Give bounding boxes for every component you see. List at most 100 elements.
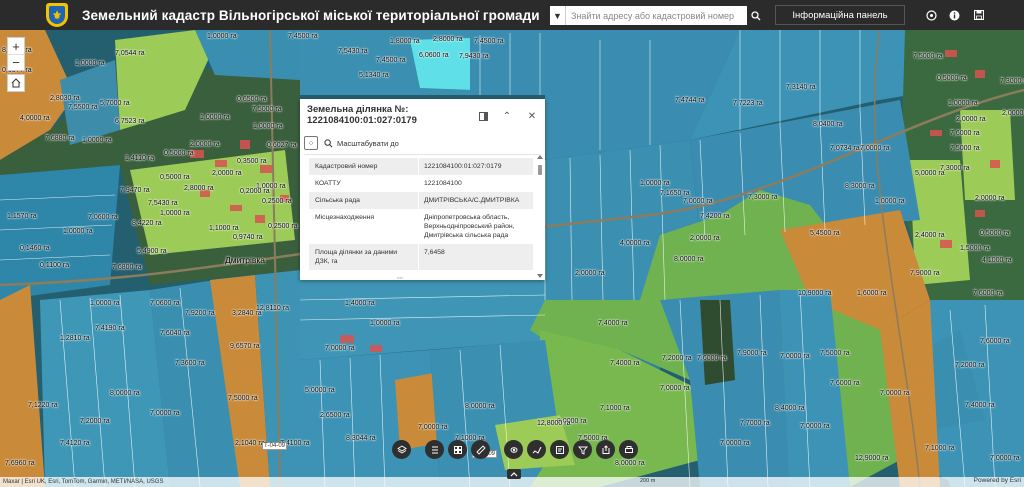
legend-icon bbox=[431, 446, 438, 453]
parcel-area-label: 7,4000 га bbox=[610, 360, 640, 367]
grid-icon bbox=[453, 445, 462, 454]
draw-tool-button[interactable] bbox=[527, 440, 546, 459]
map-toolbar bbox=[392, 440, 638, 462]
zoom-out-button[interactable]: − bbox=[8, 54, 24, 70]
parcel-area-label: 8,0000 га bbox=[674, 256, 704, 263]
scrollbar-thumb[interactable] bbox=[538, 165, 542, 175]
parcel-area-label: 1,1000 га bbox=[209, 225, 239, 232]
layers-icon bbox=[396, 444, 407, 454]
parcel-area-label: 1,5000 га bbox=[960, 245, 990, 252]
export-icon bbox=[602, 444, 609, 454]
attribute-value: 1221084100 bbox=[424, 180, 462, 187]
export-tool-button[interactable] bbox=[596, 440, 615, 459]
attribute-row: Місцезнаходження Дніпропетровська область… bbox=[309, 209, 533, 244]
parcel-area-label: 1,0000 га bbox=[90, 300, 120, 307]
parcel-area-label: 7,5000 га bbox=[950, 145, 980, 152]
parcel-area-label: 5,1340 га bbox=[359, 72, 389, 79]
parcel-area-label: 7,4744 га bbox=[675, 97, 705, 104]
parcel-area-label: 0,6500 га bbox=[237, 96, 267, 103]
parcel-area-label: 7,4500 га bbox=[288, 33, 318, 40]
parcel-area-label: 7,5500 га bbox=[68, 104, 98, 111]
parcel-area-label: 10,9000 га bbox=[798, 290, 832, 297]
minus-icon: − bbox=[12, 55, 20, 70]
filter-tool-button[interactable] bbox=[573, 440, 592, 459]
parcel-area-label: 7,2000 га bbox=[80, 418, 110, 425]
close-icon: ✕ bbox=[527, 110, 537, 122]
share-icon bbox=[925, 9, 937, 21]
home-icon bbox=[11, 78, 21, 88]
parcel-area-label: 1,4110 га bbox=[125, 155, 155, 162]
parcel-area-label: 5,7000 га bbox=[100, 100, 130, 107]
parcel-area-label: 1,6000 га bbox=[857, 290, 887, 297]
powered-by-esri[interactable]: Powered by Esri bbox=[974, 477, 1021, 484]
parcel-area-label: 0,5000 га bbox=[980, 230, 1010, 237]
parcel-area-label: 7,2000 га bbox=[662, 355, 692, 362]
place-label-dmytrivka: Дмитрівка bbox=[225, 255, 266, 265]
parcel-area-label: 7,0000 га bbox=[720, 440, 750, 447]
search-box[interactable]: ▼ bbox=[550, 6, 747, 25]
print-tool-button[interactable] bbox=[619, 440, 638, 459]
parcel-area-label: 0,5000 га bbox=[937, 75, 967, 82]
save-button[interactable] bbox=[971, 7, 987, 23]
parcel-area-label: 7,6880 га bbox=[45, 135, 75, 142]
attribute-value: ДМИТРІВСЬКА/С.ДМИТРІВКА bbox=[424, 197, 520, 204]
collapse-button[interactable]: ⌃ bbox=[500, 109, 514, 123]
parcel-area-label: 1,1570 га bbox=[7, 213, 37, 220]
parcel-area-label: 2,1040 га bbox=[235, 440, 265, 447]
attribute-key: Кадастровий номер bbox=[309, 158, 419, 175]
search-button[interactable] bbox=[748, 7, 764, 24]
search-source-dropdown[interactable]: ▼ bbox=[550, 6, 566, 25]
attribute-row: Площа ділянки за даними РРП, га7,6458 bbox=[309, 270, 533, 274]
layers-tool-button[interactable] bbox=[392, 440, 411, 459]
close-button[interactable]: ✕ bbox=[525, 109, 539, 123]
parcel-area-label: 0,6027 га bbox=[267, 142, 297, 149]
parcel-area-label: 8,3044 га bbox=[346, 435, 376, 442]
parcel-area-label: 7,0000 га bbox=[780, 353, 810, 360]
parcel-area-label: 7,9200 га bbox=[185, 310, 215, 317]
parcel-area-label: 4,1000 га bbox=[982, 257, 1012, 264]
dock-button[interactable] bbox=[476, 109, 490, 123]
parcel-area-label: 7,0000 га bbox=[990, 455, 1020, 462]
search-input[interactable] bbox=[566, 7, 747, 24]
app-title: Земельний кадастр Вільногірської міської… bbox=[82, 7, 540, 23]
measure-tool-button[interactable] bbox=[471, 440, 490, 459]
parcel-area-label: 12,8110 га bbox=[256, 305, 290, 312]
parcel-area-label: 7,6000 га bbox=[973, 290, 1003, 297]
parcel-area-label: 7,6000 га bbox=[830, 380, 860, 387]
attribute-row: КОАТТУ 1221084100 bbox=[309, 175, 533, 192]
zoom-to-label: Масштабувати до bbox=[337, 138, 399, 148]
grid-tool-button[interactable] bbox=[448, 440, 467, 459]
more-actions-button[interactable]: ⁘ bbox=[304, 136, 318, 150]
share-button[interactable] bbox=[923, 7, 939, 23]
parcel-area-label: 7,0000 га bbox=[880, 390, 910, 397]
filter-icon bbox=[577, 446, 588, 455]
parcel-area-label: 0,1460 га bbox=[20, 245, 50, 252]
parcel-area-label: 1,0000 га bbox=[160, 210, 190, 217]
info-button[interactable] bbox=[946, 7, 962, 23]
parcel-area-label: 7,3140 га bbox=[786, 84, 816, 91]
select-tool-button[interactable] bbox=[504, 440, 523, 459]
parcel-area-label: 7,4120 га bbox=[60, 440, 90, 447]
parcel-area-label: 7,9000 га bbox=[910, 270, 940, 277]
parcel-area-label: 7,0000 га bbox=[683, 198, 713, 205]
parcel-area-label: 8,4220 га bbox=[132, 220, 162, 227]
select-icon bbox=[510, 446, 518, 453]
esri-footer: esri bbox=[397, 275, 404, 280]
info-panel-button[interactable]: Інформаційна панель bbox=[775, 5, 905, 25]
edit-icon bbox=[555, 445, 564, 454]
parcel-area-label: 2,0000 га bbox=[975, 195, 1005, 202]
toolbar-toggle[interactable] bbox=[507, 469, 521, 479]
parcel-area-label: 0,5000 га bbox=[164, 150, 194, 157]
parcel-area-label: 0,9740 га bbox=[233, 234, 263, 241]
attribution-text: Maxar | Esri UK, Esri, TomTom, Garmin, M… bbox=[3, 479, 164, 485]
parcel-area-label: 0,2000 га bbox=[240, 188, 270, 195]
parcel-area-label: 7,3000 га bbox=[748, 194, 778, 201]
edit-tool-button[interactable] bbox=[550, 440, 569, 459]
legend-tool-button[interactable] bbox=[425, 440, 444, 459]
parcel-area-label: 2,4000 га bbox=[915, 232, 945, 239]
attribute-value: 7,6458 bbox=[419, 270, 533, 274]
zoom-in-button[interactable]: + bbox=[8, 38, 24, 54]
zoom-to-button[interactable]: Масштабувати до bbox=[324, 139, 399, 148]
home-button[interactable] bbox=[7, 74, 25, 92]
parcel-area-label: 0,2500 га bbox=[268, 223, 298, 230]
